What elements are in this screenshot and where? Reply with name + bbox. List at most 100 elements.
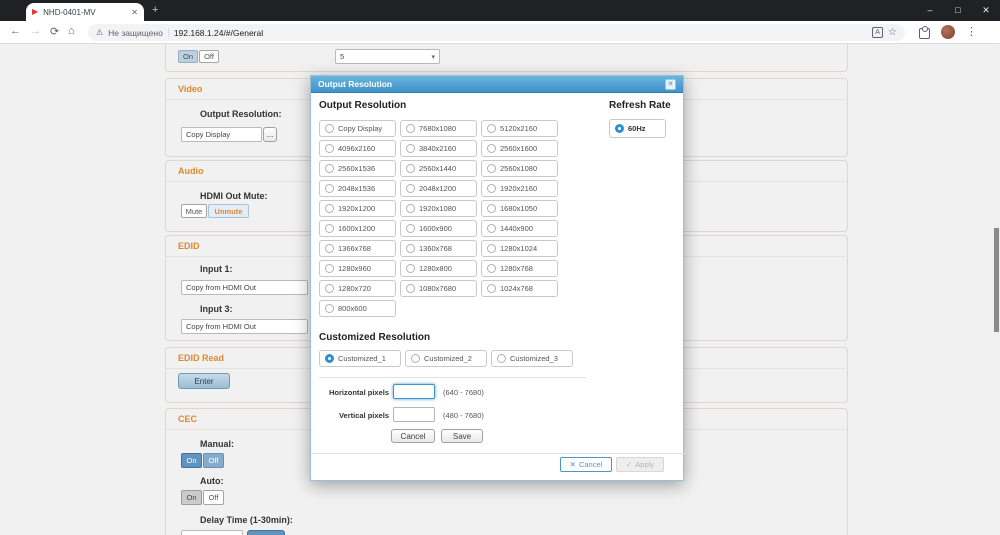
resolution-option[interactable]: 1600x900 [400, 220, 477, 237]
tab-close-icon[interactable]: ✕ [131, 8, 138, 17]
customized-option[interactable]: Customized_1 [319, 350, 401, 367]
cec-manual-label: Manual: [200, 439, 234, 449]
bookmark-star-icon[interactable]: ☆ [888, 27, 897, 38]
radio-icon [406, 184, 415, 193]
window-close-button[interactable]: ✕ [972, 0, 1000, 21]
top-panel [165, 44, 848, 72]
close-icon: ✕ [570, 460, 576, 469]
dialog-apply-button[interactable]: ✓ Apply [616, 457, 664, 472]
translate-icon[interactable]: A [872, 27, 883, 38]
resolution-option[interactable]: 2560x1080 [481, 160, 558, 177]
edid-input1-select[interactable]: Copy from HDMI Out [181, 280, 308, 295]
resolution-option[interactable]: 1680x1050 [481, 200, 558, 217]
dialog-header: Output Resolution ✕ [311, 76, 683, 93]
resolution-option[interactable]: 3840x2160 [400, 140, 477, 157]
cec-auto-off-button[interactable]: Off [203, 490, 224, 505]
forward-icon[interactable]: → [30, 25, 41, 37]
scrollbar-thumb[interactable] [994, 228, 999, 332]
customized-option[interactable]: Customized_2 [405, 350, 487, 367]
page-scrollbar[interactable] [993, 44, 1000, 535]
home-icon[interactable]: ⌂ [68, 25, 75, 37]
profile-avatar[interactable] [941, 25, 955, 39]
address-bar[interactable]: ⚠ Не защищено 192.168.1.24/#/General A ☆ [88, 24, 905, 41]
window-minimize-button[interactable]: – [916, 0, 944, 21]
option-label: 5120x2160 [500, 124, 537, 133]
resolution-option[interactable]: 2560x1600 [481, 140, 558, 157]
extensions-icon[interactable] [919, 28, 930, 39]
browser-menu-icon[interactable]: ⋮ [966, 25, 977, 38]
resolution-option[interactable]: 1024x768 [481, 280, 558, 297]
power-off-button[interactable]: Off [199, 50, 219, 63]
new-tab-button[interactable]: + [152, 4, 158, 16]
custom-cancel-button[interactable]: Cancel [391, 429, 435, 443]
edid-section-header: EDID [178, 241, 200, 251]
edid-input3-select[interactable]: Copy from HDMI Out [181, 319, 308, 334]
resolution-option[interactable]: 2560x1440 [400, 160, 477, 177]
radio-icon [406, 264, 415, 273]
resolution-option[interactable]: 1600x1200 [319, 220, 396, 237]
dialog-title: Output Resolution [318, 79, 665, 89]
resolution-option[interactable]: 1920x1200 [319, 200, 396, 217]
resolution-option[interactable]: 1280x800 [400, 260, 477, 277]
radio-icon [406, 124, 415, 133]
radio-icon [487, 284, 496, 293]
browser-tab[interactable]: ▶ NHD-0401-MV ✕ [26, 3, 144, 21]
audio-section-header: Audio [178, 166, 204, 176]
cec-manual-on-button[interactable]: On [181, 453, 202, 468]
cec-delay-select[interactable] [181, 530, 243, 535]
resolution-option[interactable]: 1280x768 [481, 260, 558, 277]
resolution-option[interactable]: 7680x1080 [400, 120, 477, 137]
resolution-option[interactable]: 1360x768 [400, 240, 477, 257]
horizontal-pixels-range: (640 - 7680) [443, 388, 484, 397]
security-label[interactable]: Не защищено [108, 28, 163, 38]
resolution-heading: Output Resolution [319, 100, 406, 111]
radio-icon [487, 164, 496, 173]
resolution-option[interactable]: 1280x1024 [481, 240, 558, 257]
mute-button[interactable]: Mute [181, 204, 207, 218]
dialog-close-button[interactable]: ✕ [665, 79, 676, 90]
option-label: 2560x1536 [338, 164, 375, 173]
url-text[interactable]: 192.168.1.24/#/General [174, 28, 867, 38]
power-on-button[interactable]: On [178, 50, 198, 63]
resolution-option[interactable]: 800x600 [319, 300, 396, 317]
horizontal-pixels-input[interactable] [393, 384, 435, 399]
radio-icon [325, 144, 334, 153]
resolution-option[interactable]: 1080x7680 [400, 280, 477, 297]
resolution-option[interactable]: 2048x1200 [400, 180, 477, 197]
output-resolution-more-button[interactable]: ... [263, 127, 277, 142]
custom-save-button[interactable]: Save [441, 429, 483, 443]
cec-delay-apply-button[interactable] [247, 530, 285, 535]
resolution-option[interactable]: 5120x2160 [481, 120, 558, 137]
resolution-option[interactable]: 1366x768 [319, 240, 396, 257]
cec-section-header: CEC [178, 414, 197, 424]
radio-icon [615, 124, 624, 133]
cec-auto-on-button[interactable]: On [181, 490, 202, 505]
back-icon[interactable]: ← [10, 25, 21, 37]
reload-icon[interactable]: ⟳ [50, 25, 59, 38]
tab-title: NHD-0401-MV [43, 8, 126, 17]
resolution-option[interactable]: 2560x1536 [319, 160, 396, 177]
refresh-rate-option[interactable]: 60Hz [609, 119, 666, 138]
option-label: 2560x1440 [419, 164, 456, 173]
resolution-option[interactable]: 4096x2160 [319, 140, 396, 157]
dialog-cancel-button[interactable]: ✕ Cancel [560, 457, 612, 472]
option-label: 1366x768 [338, 244, 371, 253]
radio-icon [325, 244, 334, 253]
output-resolution-combobox[interactable]: Copy Display [181, 127, 262, 142]
resolution-option[interactable]: 2048x1536 [319, 180, 396, 197]
cec-manual-off-button[interactable]: Off [203, 453, 224, 468]
resolution-option[interactable]: 1440x900 [481, 220, 558, 237]
vertical-pixels-input[interactable] [393, 407, 435, 422]
resolution-option[interactable]: 1280x960 [319, 260, 396, 277]
option-label: 800x600 [338, 304, 367, 313]
resolution-option[interactable]: 1920x2160 [481, 180, 558, 197]
customized-option[interactable]: Customized_3 [491, 350, 573, 367]
window-maximize-button[interactable]: □ [944, 0, 972, 21]
resolution-option[interactable]: 1280x720 [319, 280, 396, 297]
unmute-button[interactable]: Unmute [208, 204, 249, 218]
option-label: 1280x800 [419, 264, 452, 273]
general-select[interactable]: 5 ▾ [335, 49, 440, 64]
resolution-option[interactable]: Copy Display [319, 120, 396, 137]
edid-read-enter-button[interactable]: Enter [178, 373, 230, 389]
resolution-option[interactable]: 1920x1080 [400, 200, 477, 217]
